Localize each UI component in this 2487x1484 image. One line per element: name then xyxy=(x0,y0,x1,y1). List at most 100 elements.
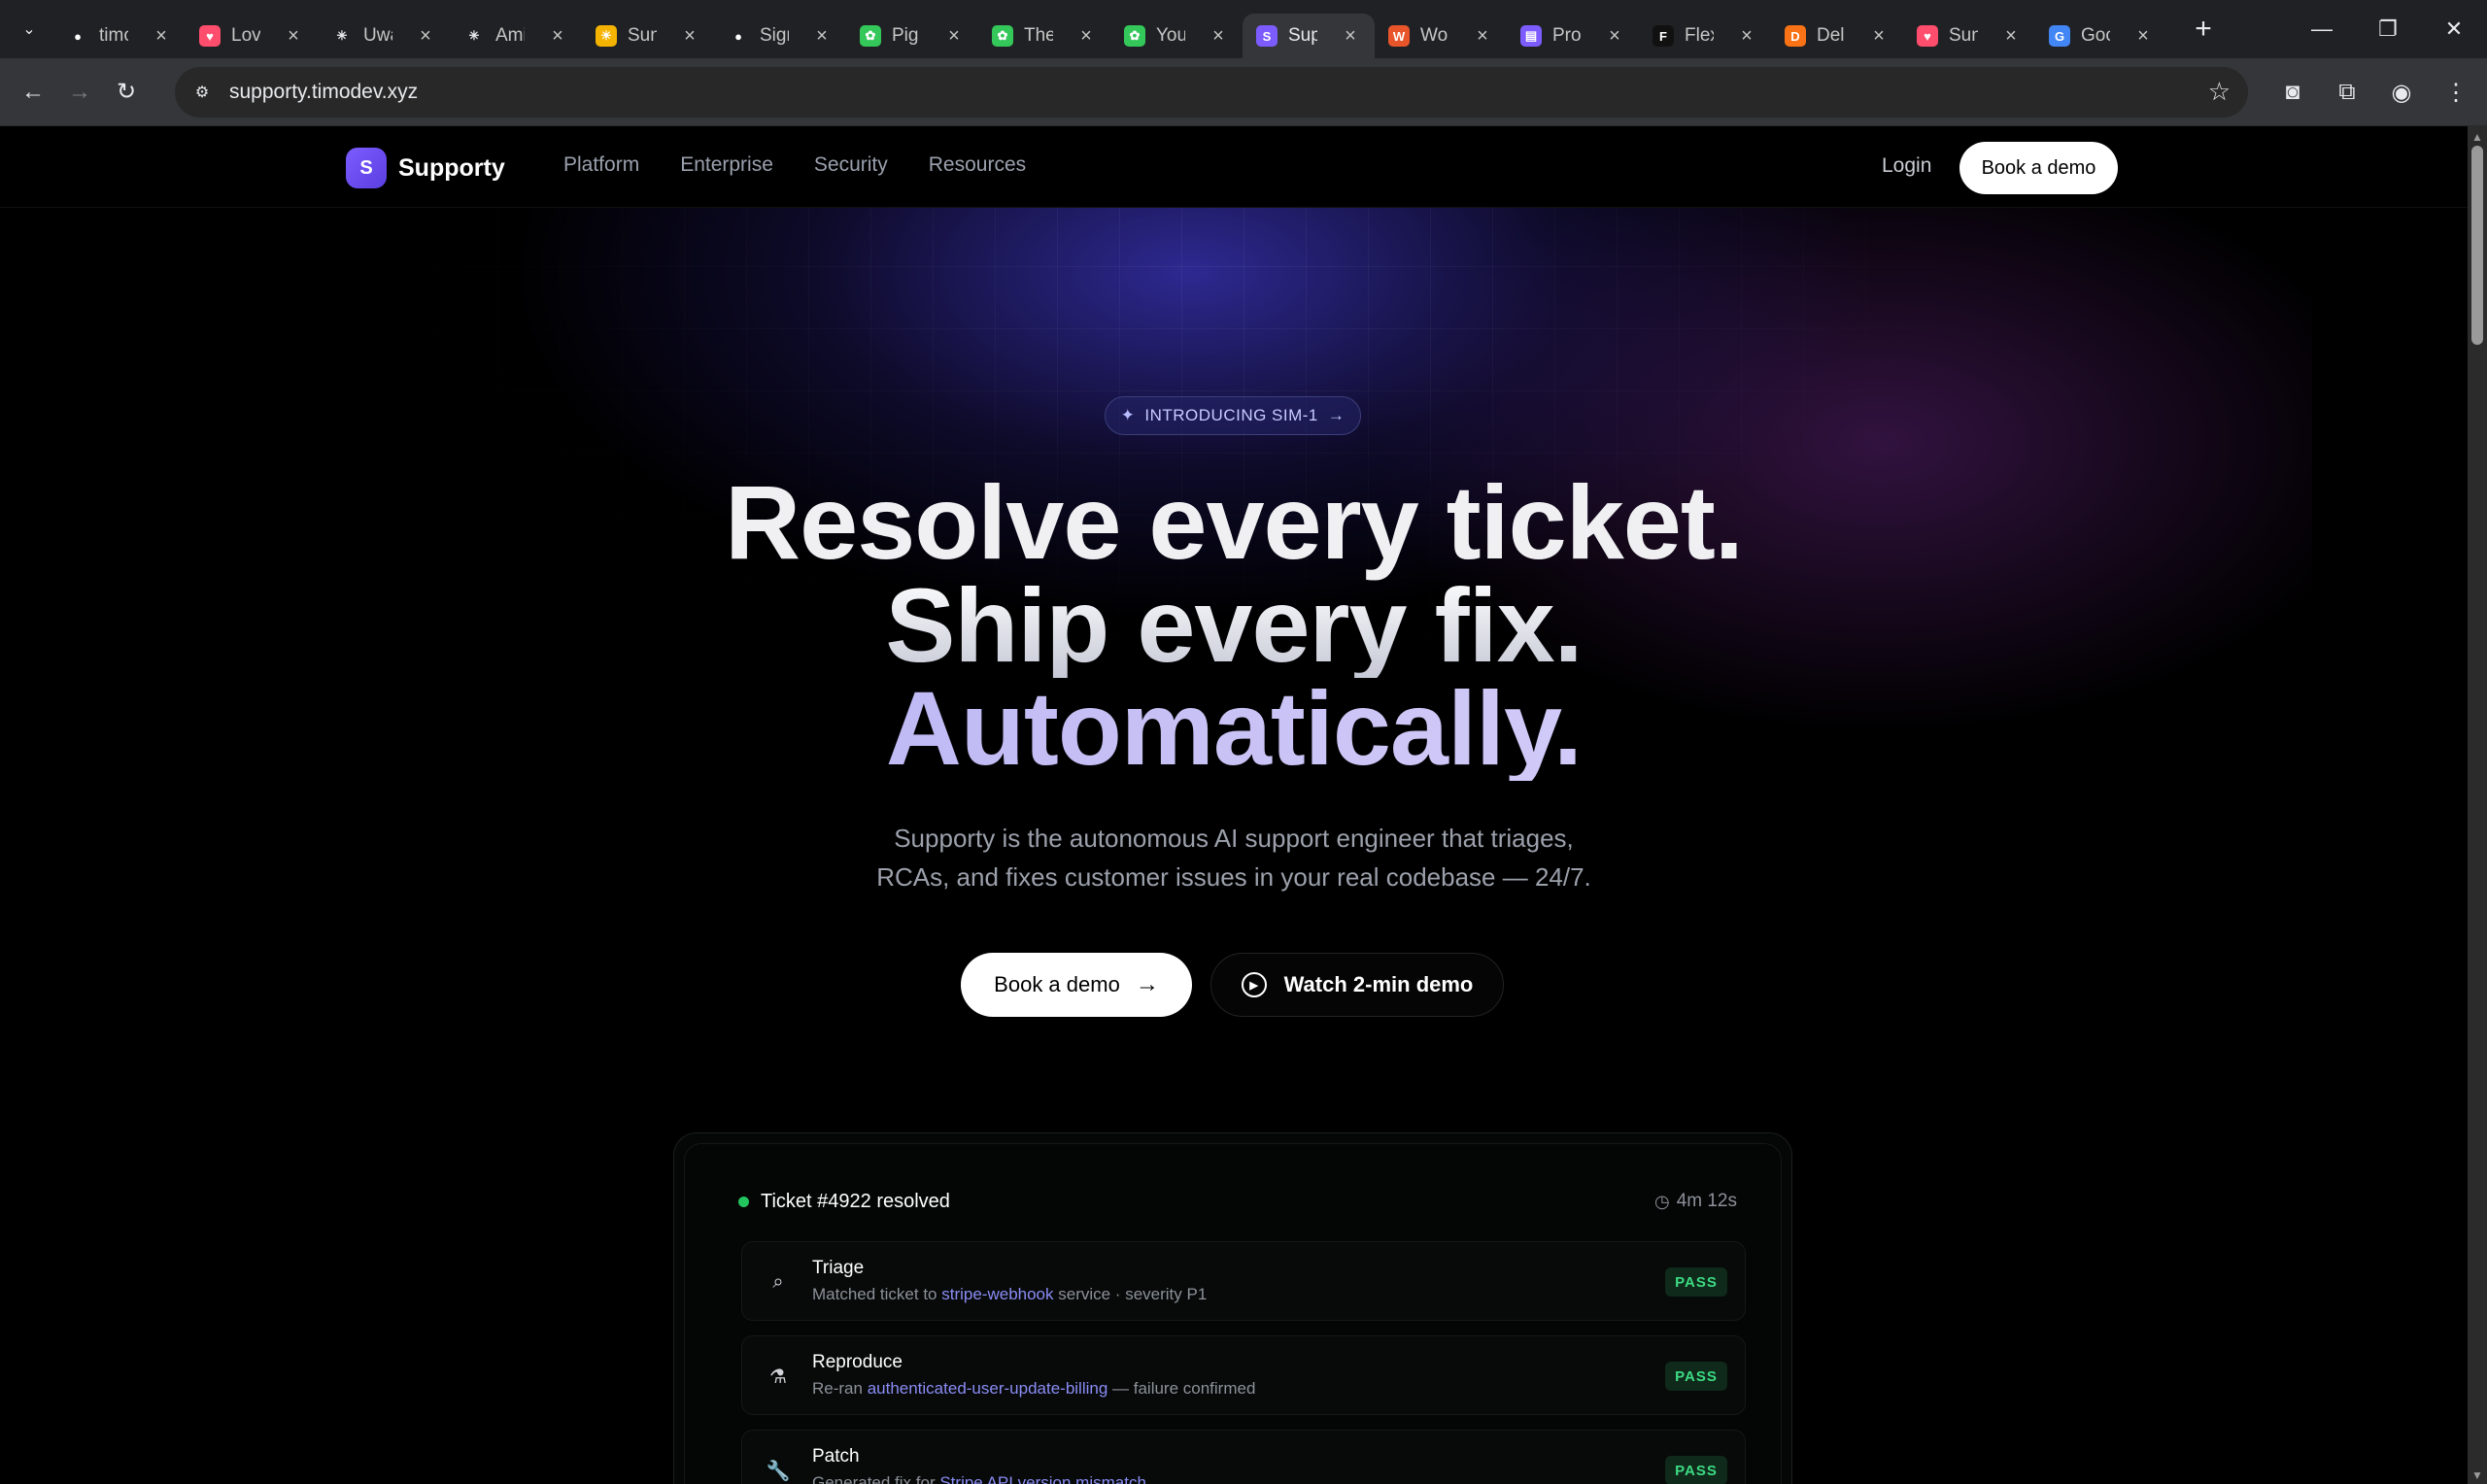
tab-title: timo xyxy=(99,25,128,46)
page-scrollbar[interactable]: ▲ ▼ xyxy=(2468,126,2487,1484)
tab-close-icon[interactable]: × xyxy=(1208,25,1229,47)
browser-tab[interactable]: S Sup × xyxy=(1243,14,1375,58)
browser-tab[interactable]: ▤ Pro × xyxy=(1507,14,1639,58)
tab-title: Pro xyxy=(1552,25,1582,46)
forward-button[interactable]: → xyxy=(56,69,103,116)
browser-tab[interactable]: F Flex × xyxy=(1639,14,1771,58)
tab-title: Ami xyxy=(495,25,525,46)
tab-search-button[interactable]: ⌄ xyxy=(15,15,44,44)
tab-close-icon[interactable]: × xyxy=(1340,25,1361,47)
github-icon: ● xyxy=(74,28,82,44)
tab-close-icon[interactable]: × xyxy=(679,25,700,47)
profile-icon[interactable]: ◉ xyxy=(2378,69,2425,116)
address-bar[interactable]: ⚙ supporty.timodev.xyz ☆ xyxy=(175,67,2248,118)
step-title: Reproduce xyxy=(812,1352,903,1372)
url-text[interactable]: supporty.timodev.xyz xyxy=(229,81,418,104)
browser-tab[interactable]: ✿ The × xyxy=(978,14,1110,58)
tab-close-icon[interactable]: × xyxy=(1604,25,1625,47)
extensions-icon[interactable]: ⧉ xyxy=(2324,69,2370,116)
window-controls: — ❐ ✕ xyxy=(2289,0,2487,58)
openai-icon: ✿ xyxy=(992,25,1013,47)
new-tab-button[interactable]: + xyxy=(2187,13,2220,46)
minimize-button[interactable]: — xyxy=(2289,0,2355,58)
book-demo-button[interactable]: Book a demo → xyxy=(961,953,1192,1017)
doc-icon: ▤ xyxy=(1520,25,1542,47)
tab-close-icon[interactable]: × xyxy=(547,25,568,47)
pipeline-step: 🔧 Patch Generated fix for Stripe API versi… xyxy=(741,1430,1746,1484)
elapsed-value: 4m 12s xyxy=(1676,1191,1737,1211)
browser-tab[interactable]: D Del × xyxy=(1771,14,1903,58)
nav-link-platform[interactable]: Platform xyxy=(563,153,639,177)
camera-icon[interactable]: ◙ xyxy=(2269,69,2316,116)
step-detail-suffix: service · severity P1 xyxy=(1053,1285,1208,1303)
chat-icon: ● xyxy=(734,28,742,44)
heart-icon: ♥ xyxy=(199,25,221,47)
announcement-pill[interactable]: ✦ INTRODUCING SIM-1 → xyxy=(1105,396,1361,435)
browser-toolbar: ← → ↻ ⚙ supporty.timodev.xyz ☆ xyxy=(0,58,2487,126)
tab-close-icon[interactable]: × xyxy=(283,25,304,47)
brand-logo[interactable]: S Supporty xyxy=(346,148,505,188)
tab-title: Wo xyxy=(1420,25,1448,46)
step-detail-highlight: authenticated-user-update-billing xyxy=(867,1379,1108,1398)
nav-book-demo-button[interactable]: Book a demo xyxy=(1959,142,2118,194)
tab-title: Flex xyxy=(1685,25,1714,46)
step-detail-highlight: stripe-webhook xyxy=(941,1285,1054,1303)
status-dot xyxy=(738,1197,749,1207)
openai-icon: ✿ xyxy=(1124,25,1145,47)
browser-tab[interactable]: ✿ Pig × xyxy=(846,14,978,58)
tab-close-icon[interactable]: × xyxy=(1075,25,1097,47)
tab-close-icon[interactable]: × xyxy=(1868,25,1890,47)
tab-close-icon[interactable]: × xyxy=(151,25,172,47)
reload-button[interactable]: ↻ xyxy=(103,69,150,116)
site-info-icon[interactable]: ⚙ xyxy=(183,73,221,112)
browser-tab[interactable]: ♥ Sun × xyxy=(1903,14,2035,58)
back-button[interactable]: ← xyxy=(10,69,56,116)
scrollbar-thumb[interactable] xyxy=(2471,146,2483,345)
tab-close-icon[interactable]: × xyxy=(1472,25,1493,47)
browser-tab[interactable]: ✳ Ami × xyxy=(450,14,582,58)
tab-close-icon[interactable]: × xyxy=(1736,25,1757,47)
elapsed-time: ◷ 4m 12s xyxy=(1654,1191,1737,1212)
browser-tab[interactable]: ♥ Lov × xyxy=(186,14,318,58)
scroll-up-icon[interactable]: ▲ xyxy=(2471,130,2483,144)
ticket-title: Ticket #4922 resolved xyxy=(761,1191,950,1212)
tab-close-icon[interactable]: × xyxy=(811,25,833,47)
browser-tab[interactable]: ☀ Sun × xyxy=(582,14,714,58)
scroll-down-icon[interactable]: ▼ xyxy=(2471,1468,2483,1482)
login-link[interactable]: Login xyxy=(1882,154,1931,178)
heart-icon: ♥ xyxy=(1917,25,1938,47)
tab-title: Del xyxy=(1817,25,1845,46)
step-detail-suffix: — failure confirmed xyxy=(1107,1379,1256,1398)
browser-tab[interactable]: G Goo × xyxy=(2035,14,2167,58)
tab-title: Sun xyxy=(1949,25,1978,46)
step-title: Triage xyxy=(812,1258,865,1278)
w-icon: W xyxy=(1388,25,1410,47)
arrow-right-icon: → xyxy=(1135,971,1159,997)
asterisk-icon: ✳ xyxy=(468,28,480,43)
bookmark-star-icon[interactable]: ☆ xyxy=(2208,77,2231,107)
pipeline-step: ⚗ Reproduce Re-ran authenticated-user-upda… xyxy=(741,1335,1746,1415)
browser-tab[interactable]: ● timo × xyxy=(53,14,186,58)
nav-link-enterprise[interactable]: Enterprise xyxy=(680,153,773,177)
ticket-demo-card: Ticket #4922 resolved ◷ 4m 12s ⌕ Triage Ma… xyxy=(673,1132,1792,1484)
restore-button[interactable]: ❐ xyxy=(2355,0,2421,58)
flex-icon: F xyxy=(1652,25,1674,47)
site-nav: S Supporty Platform Enterprise Security … xyxy=(0,126,2468,208)
tab-close-icon[interactable]: × xyxy=(415,25,436,47)
browser-tab[interactable]: ✳ Uwa × xyxy=(318,14,450,58)
nav-link-security[interactable]: Security xyxy=(814,153,888,177)
sparkle-icon: ✦ xyxy=(1120,406,1136,424)
menu-kebab-icon[interactable]: ⋮ xyxy=(2433,69,2479,116)
close-window-button[interactable]: ✕ xyxy=(2421,0,2487,58)
tab-close-icon[interactable]: × xyxy=(2000,25,2022,47)
watch-demo-button[interactable]: ▶ Watch 2-min demo xyxy=(1210,953,1504,1017)
browser-tab[interactable]: ✿ You × xyxy=(1110,14,1243,58)
nav-link-resources[interactable]: Resources xyxy=(929,153,1026,177)
tab-close-icon[interactable]: × xyxy=(2132,25,2154,47)
browser-tab[interactable]: W Wo × xyxy=(1375,14,1507,58)
supporty-icon: S xyxy=(1256,25,1278,47)
tab-close-icon[interactable]: × xyxy=(943,25,965,47)
step-detail-prefix: Re-ran xyxy=(812,1379,868,1398)
tab-title: Sign xyxy=(760,25,789,46)
browser-tab[interactable]: ● Sign × xyxy=(714,14,846,58)
